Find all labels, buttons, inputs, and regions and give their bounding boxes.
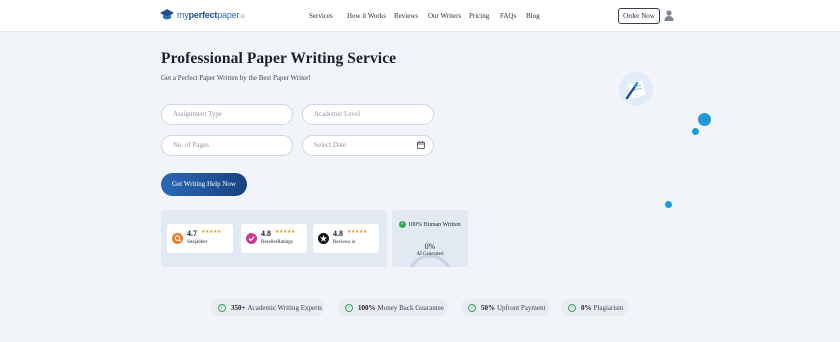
rating-site-name: Sitejabber [187, 240, 208, 245]
rating-stars: ★★★★★ [347, 230, 367, 235]
rating-stars: ★★★★★ [201, 230, 221, 235]
rating-stars: ★★★★★ [275, 230, 295, 235]
get-writing-help-button[interactable]: Get Writing Help Now [161, 173, 247, 196]
rating-card-resellerratings[interactable]: 4.8 ★★★★★ ResellerRatings [241, 224, 307, 253]
human-written-label: ✓ 100% Human Written [399, 221, 461, 228]
rating-score: 4.7 [187, 229, 197, 238]
ai-percentage: 0% [424, 242, 436, 251]
rating-score: 4.8 [261, 229, 271, 238]
decorative-dot-large [698, 113, 711, 126]
feature-plagiarism: ✓ 0% Plagiarism [561, 299, 628, 316]
decorative-dot-small [692, 128, 699, 135]
feature-upfront-payment: ✓ 50% Upfront Payment [461, 299, 550, 316]
sitejabber-icon [172, 233, 183, 244]
check-icon: ✓ [468, 303, 476, 312]
human-written-text: 100% Human Written [408, 221, 461, 228]
check-icon: ✓ [218, 303, 226, 312]
graduation-cap-icon [160, 9, 174, 20]
check-circle-icon: ✓ [399, 221, 406, 228]
nav-our-writers[interactable]: Our Writers [428, 12, 461, 20]
assignment-type-select[interactable]: Assignment Type [161, 104, 293, 125]
nav-blog[interactable]: Blog [526, 12, 540, 20]
site-logo[interactable]: myperfectpaper.io [160, 9, 245, 21]
nav-pricing[interactable]: Pricing [469, 12, 489, 20]
logo-wordmark: myperfectpaper.io [177, 10, 246, 20]
page-title: Professional Paper Writing Service [161, 50, 397, 67]
rating-card-reviewsio[interactable]: 4.8 ★★★★★ Reviews.io [313, 224, 379, 253]
rating-site-name: ResellerRatings [261, 240, 293, 245]
reviewsio-icon [318, 233, 329, 244]
page-subtitle: Get a Perfect Paper Written by the Best … [161, 74, 311, 82]
nav-services[interactable]: Services [309, 12, 333, 20]
pages-input[interactable]: No. of Pages [161, 135, 293, 156]
human-written-panel: ✓ 100% Human Written 0% AI Generated [392, 210, 468, 267]
site-header: myperfectpaper.io Services How it Works … [0, 0, 840, 32]
user-icon[interactable] [664, 10, 674, 21]
order-now-button[interactable]: Order Now [618, 8, 660, 24]
feature-money-back: ✓ 100% Money Back Guarantee [338, 299, 448, 316]
rating-score: 4.8 [333, 229, 343, 238]
academic-level-select[interactable]: Academic Level [302, 104, 434, 125]
resellerratings-icon [246, 233, 257, 244]
writing-illustration [619, 72, 653, 106]
decorative-dot-small [665, 201, 672, 208]
rating-site-name: Reviews.io [333, 240, 356, 245]
check-icon: ✓ [345, 303, 353, 312]
ratings-panel: 4.7 ★★★★★ Sitejabber 4.8 ★★★★★ ResellerR… [161, 210, 387, 267]
feature-experts: ✓ 350+ Academic Writing Experts [211, 299, 324, 316]
pen-paper-icon [625, 80, 646, 100]
nav-faqs[interactable]: FAQs [500, 12, 516, 20]
date-placeholder: Select Date [314, 141, 347, 149]
check-icon: ✓ [568, 303, 576, 312]
ai-generated-label: AI Generated [416, 252, 444, 257]
rating-card-sitejabber[interactable]: 4.7 ★★★★★ Sitejabber [167, 224, 233, 253]
date-picker[interactable]: Select Date [302, 135, 434, 156]
nav-how-it-works[interactable]: How it Works [347, 12, 386, 20]
calendar-icon [417, 141, 425, 149]
nav-reviews[interactable]: Reviews [394, 12, 418, 20]
